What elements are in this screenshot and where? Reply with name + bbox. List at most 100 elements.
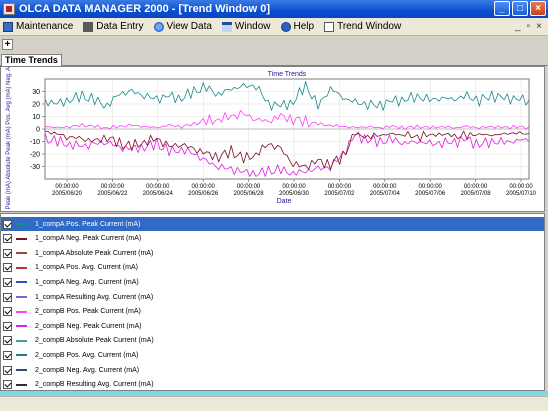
maximize-button[interactable]: □ [512, 1, 528, 16]
series-checkbox[interactable] [3, 277, 12, 287]
series-checkbox[interactable] [3, 219, 12, 229]
series-label: 2_compB Absolute Peak Current (mA) [35, 337, 154, 345]
series-color-swatch [16, 354, 27, 357]
mdi-minimize-button[interactable]: _ [515, 21, 521, 32]
series-list-item[interactable]: 2_compB Pos. Avg. Current (mA) [1, 348, 544, 362]
x-tick-date-label: 2005/07/08 [461, 191, 492, 197]
y-tick-label: 20 [32, 102, 40, 109]
x-tick-date-label: 2005/06/26 [188, 191, 219, 197]
x-tick-date-label: 2005/06/20 [52, 191, 83, 197]
window-title: OLCA DATA MANAGER 2000 - [Trend Window 0… [19, 3, 271, 15]
tab-time-trends[interactable]: Time Trends [1, 54, 62, 66]
add-button[interactable]: + [2, 39, 13, 50]
series-list-item[interactable]: 1_compA Resulting Avg. Current (mA) [1, 290, 544, 304]
series-checkbox[interactable] [3, 248, 12, 258]
y-axis-label: Peak (mA) Absolute Peak (mA) Pos. Avg (m… [6, 67, 12, 209]
trend-window-icon [324, 21, 335, 32]
x-tick-time-label: 00:00:00 [192, 184, 216, 190]
app-window: OLCA DATA MANAGER 2000 - [Trend Window 0… [0, 0, 548, 411]
x-tick-date-label: 2005/06/22 [97, 191, 128, 197]
minimize-button[interactable]: _ [494, 1, 510, 16]
x-tick-time-label: 00:00:00 [509, 184, 533, 190]
menu-help[interactable]: Help [280, 21, 315, 32]
series-list-item[interactable]: 2_compB Resulting Avg. Current (mA) [1, 378, 544, 390]
menu-view-data-label: View Data [166, 21, 212, 32]
series-color-swatch [16, 296, 27, 298]
x-tick-date-label: 2005/06/30 [279, 191, 310, 197]
series-color-swatch [16, 325, 27, 328]
menu-bar: Maintenance Data Entry View Data Window … [0, 18, 548, 36]
view-data-icon [153, 21, 164, 32]
x-axis-label: Date [277, 198, 292, 205]
series-checkbox[interactable] [3, 336, 12, 346]
title-bar[interactable]: OLCA DATA MANAGER 2000 - [Trend Window 0… [0, 0, 548, 18]
series-label: 2_compB Resulting Avg. Current (mA) [35, 381, 154, 389]
series-checkbox[interactable] [3, 292, 12, 302]
series-list: 1_compA Pos. Peak Current (mA) 1_compA Ne… [0, 213, 545, 391]
series-checkbox[interactable] [3, 380, 12, 390]
series-list-item[interactable]: 1_compA Absolute Peak Current (mA) [1, 246, 544, 260]
status-bar [0, 396, 548, 411]
series-label: 1_compA Neg. Peak Current (mA) [35, 235, 142, 243]
series-label: 2_compB Neg. Avg. Current (mA) [35, 366, 140, 374]
x-tick-date-label: 2005/07/06 [415, 191, 446, 197]
x-tick-time-label: 00:00:00 [237, 184, 261, 190]
series-color-swatch [16, 237, 27, 240]
toolbar: + [0, 37, 548, 53]
menu-view-data[interactable]: View Data [153, 21, 212, 32]
mdi-controls: _ ▫ × [515, 21, 542, 32]
series-list-item[interactable]: 1_compA Neg. Peak Current (mA) [1, 232, 544, 246]
y-tick-label: 10 [32, 114, 40, 121]
menu-trend-window-label: Trend Window [337, 21, 402, 32]
series-checkbox[interactable] [3, 307, 12, 317]
series-checkbox[interactable] [3, 263, 12, 273]
trend-chart: Time Trends 30 20 10 0 -10 -20 -30 Peak (mA) Abs… [6, 67, 537, 209]
x-tick-date-label: 2005/07/10 [506, 191, 537, 197]
y-tick-label: -20 [30, 152, 40, 159]
series-checkbox[interactable] [3, 321, 12, 331]
menu-help-label: Help [293, 21, 315, 32]
series-color-swatch [16, 223, 27, 225]
menu-trend-window[interactable]: Trend Window [324, 21, 401, 32]
menu-data-entry[interactable]: Data Entry [83, 21, 144, 32]
series-list-item[interactable]: 1_compA Pos. Peak Current (mA) [1, 217, 544, 231]
y-tick-label: -10 [30, 139, 40, 146]
series-checkbox[interactable] [3, 365, 12, 375]
menu-window[interactable]: Window [221, 21, 271, 32]
series-list-item[interactable]: 2_compB Neg. Avg. Current (mA) [1, 363, 544, 377]
series-color-swatch [16, 310, 27, 313]
series-checkbox[interactable] [3, 350, 12, 360]
series-label: 2_compB Pos. Avg. Current (mA) [35, 351, 139, 359]
y-tick-label: -30 [30, 164, 40, 171]
series-list-item[interactable]: 2_compB Pos. Peak Current (mA) [1, 305, 544, 319]
mdi-restore-button[interactable]: ▫ [527, 21, 531, 32]
x-tick-time-label: 00:00:00 [101, 184, 125, 190]
close-button[interactable]: × [530, 1, 546, 16]
series-checkbox[interactable] [3, 234, 12, 244]
x-tick-date-label: 2005/06/24 [143, 191, 174, 197]
series-label: 1_compA Resulting Avg. Current (mA) [35, 293, 154, 301]
series-color-swatch [16, 281, 27, 284]
x-tick-date-label: 2005/07/04 [370, 191, 401, 197]
x-tick-time-label: 00:00:00 [419, 184, 443, 190]
chart-panel: Time Trends 30 20 10 0 -10 -20 -30 Peak (mA) Abs… [0, 66, 545, 212]
mdi-close-button[interactable]: × [536, 21, 542, 32]
menu-maintenance[interactable]: Maintenance [0, 21, 73, 32]
y-tick-label: 0 [36, 127, 40, 134]
x-tick-date-label: 2005/06/28 [234, 191, 265, 197]
series-list-item[interactable]: 1_compA Pos. Avg. Current (mA) [1, 261, 544, 275]
series-list-item[interactable]: 1_compA Neg. Avg. Current (mA) [1, 275, 544, 289]
tab-strip: Time Trends [0, 54, 548, 66]
x-tick-time-label: 00:00:00 [146, 184, 170, 190]
series-color-swatch [16, 339, 27, 342]
series-label: 2_compB Neg. Peak Current (mA) [35, 322, 142, 330]
x-tick-time-label: 00:00:00 [373, 184, 397, 190]
chart-title: Time Trends [268, 71, 307, 78]
series-label: 1_compA Neg. Avg. Current (mA) [35, 278, 139, 286]
series-list-item[interactable]: 2_compB Absolute Peak Current (mA) [1, 334, 544, 348]
series-color-swatch [16, 266, 27, 269]
window-icon [221, 21, 232, 32]
window-controls: _ □ × [494, 1, 546, 16]
series-list-item[interactable]: 2_compB Neg. Peak Current (mA) [1, 319, 544, 333]
x-tick-time-label: 00:00:00 [464, 184, 488, 190]
